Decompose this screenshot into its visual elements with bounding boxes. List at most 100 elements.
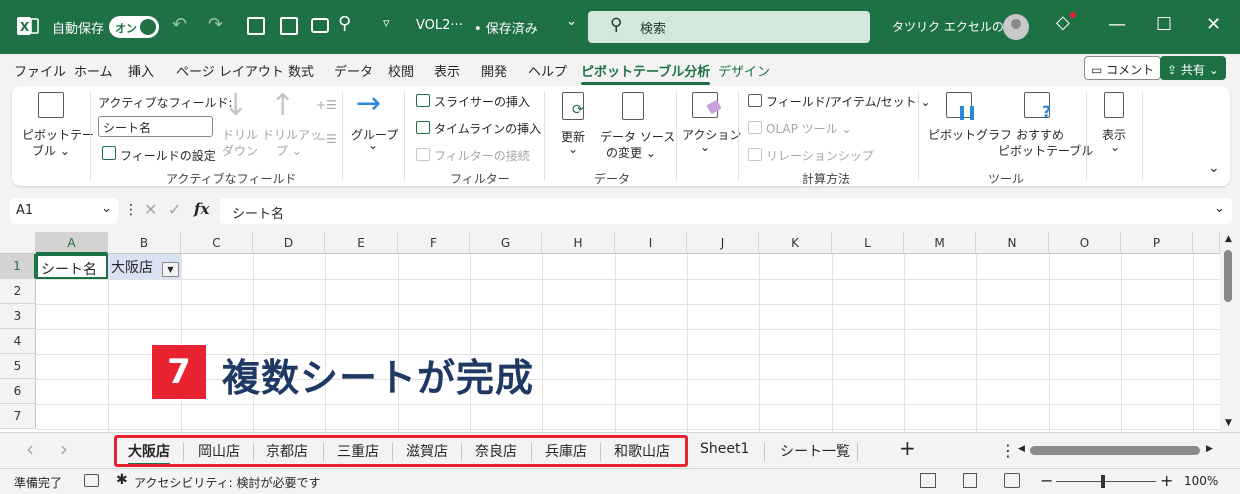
olap-tools-button[interactable]: OLAP ツール ⌄ [766, 120, 852, 137]
select-all-corner[interactable] [0, 232, 36, 254]
search-box[interactable]: ⚲ 検索 [588, 11, 870, 43]
name-box[interactable]: A1 ⌄ [10, 198, 118, 224]
undo-icon[interactable]: ↶ [172, 14, 187, 35]
drill-up-label-2[interactable]: プ ⌄ [276, 142, 302, 159]
macro-record-icon[interactable] [84, 474, 99, 487]
search-tool-icon[interactable]: ⚲ [338, 13, 351, 34]
column-header-b[interactable]: B [108, 232, 181, 254]
column-header-c[interactable]: C [181, 232, 253, 254]
tab-pivot-analyze[interactable]: ピボットテーブル分析 [581, 61, 711, 85]
vertical-scrollbar[interactable]: ▲ ▼ [1220, 232, 1240, 432]
row-header-4[interactable]: 4 [0, 329, 36, 354]
recommended-label-2[interactable]: ピボットテーブル [998, 142, 1093, 159]
collapse-ribbon-icon[interactable]: ⌄ [1208, 160, 1220, 176]
autosave-toggle[interactable]: オン [109, 16, 159, 38]
drill-down-label-2[interactable]: ダウン [222, 142, 258, 159]
zoom-level[interactable]: 100% [1184, 474, 1218, 488]
tab-review[interactable]: 校閲 [388, 61, 414, 80]
close-button[interactable]: ✕ [1206, 14, 1221, 35]
row-header-5[interactable]: 5 [0, 354, 36, 379]
action-button[interactable]: アクション [682, 126, 741, 143]
sheet-nav-prev-icon[interactable]: ‹ [26, 437, 34, 461]
scroll-right-icon[interactable]: ▶ [1206, 444, 1213, 454]
tab-developer[interactable]: 開発 [481, 61, 507, 80]
tab-home[interactable]: ホーム [74, 61, 113, 80]
collapse-field-icon[interactable]: −☰ [316, 132, 337, 146]
zoom-out-button[interactable]: − [1040, 471, 1053, 490]
zoom-slider-thumb[interactable] [1101, 475, 1105, 488]
pivot-table-label-1[interactable]: ピボットテー [22, 126, 94, 143]
tab-insert[interactable]: 挿入 [128, 61, 154, 80]
pivot-chart-button[interactable]: ピボットグラフ [928, 126, 1012, 143]
accessibility-status[interactable]: アクセシビリティ: 検討が必要です [134, 474, 321, 491]
cell-a1[interactable]: シート名 [36, 254, 108, 279]
accessibility-icon[interactable]: ✱ [116, 472, 128, 488]
relationships-button[interactable]: リレーションシップ [766, 147, 874, 164]
recommended-label-1[interactable]: おすすめ [1016, 126, 1064, 143]
worksheet-grid[interactable]: A B C D E F G H I J K L M N O P 1 2 3 4 … [0, 232, 1220, 432]
save-status[interactable]: • 保存済み [474, 18, 538, 37]
more-options-icon[interactable]: ⋮ [1000, 441, 1016, 460]
redo-icon[interactable]: ↷ [208, 14, 223, 35]
tab-formulas[interactable]: 数式 [288, 61, 314, 80]
cancel-icon[interactable]: ✕ [144, 200, 157, 219]
field-settings-button[interactable]: フィールドの設定 [120, 147, 216, 164]
row-header-7[interactable]: 7 [0, 404, 36, 429]
drill-down-label-1[interactable]: ドリル [222, 126, 258, 143]
column-header-h[interactable]: H [542, 232, 615, 254]
column-header-k[interactable]: K [759, 232, 832, 254]
diamond-icon[interactable]: ◇ [1056, 12, 1070, 33]
tab-file[interactable]: ファイル [14, 61, 66, 80]
maximize-button[interactable]: ☐ [1156, 14, 1172, 35]
file-name[interactable]: VOL2··· [416, 18, 463, 33]
row-header-2[interactable]: 2 [0, 279, 36, 304]
tab-help[interactable]: ヘルプ [528, 61, 567, 80]
filter-connection-button[interactable]: フィルターの接続 [434, 147, 530, 164]
row-header-1[interactable]: 1 [0, 254, 36, 279]
column-header-i[interactable]: I [615, 232, 687, 254]
formula-input[interactable]: シート名 [220, 198, 1232, 224]
tab-data[interactable]: データ [334, 61, 373, 80]
save-icon[interactable] [247, 17, 265, 35]
comment-button[interactable]: ▭ コメント [1084, 56, 1162, 80]
column-header-d[interactable]: D [253, 232, 325, 254]
tab-page-layout[interactable]: ページ レイアウト [176, 61, 284, 80]
row-header-6[interactable]: 6 [0, 379, 36, 404]
active-field-input[interactable]: シート名 [98, 116, 213, 137]
change-source-label-2[interactable]: の変更 ⌄ [606, 144, 656, 161]
change-source-label-1[interactable]: データ ソース [600, 128, 675, 145]
horizontal-scroll-thumb[interactable] [1030, 446, 1200, 455]
expand-field-icon[interactable]: +☰ [316, 98, 337, 112]
drill-up-label-1[interactable]: ドリルアッ [262, 126, 322, 143]
filter-dropdown-icon[interactable]: ▼ [162, 262, 179, 277]
expand-formula-icon[interactable]: ⌄ [1214, 201, 1225, 216]
zoom-track[interactable] [1056, 481, 1156, 482]
fields-items-sets-button[interactable]: フィールド/アイテム/セット ⌄ [766, 93, 931, 110]
add-sheet-button[interactable]: + [899, 436, 916, 460]
column-header-o[interactable]: O [1049, 232, 1121, 254]
tab-view[interactable]: 表示 [434, 61, 460, 80]
column-header-l[interactable]: L [832, 232, 904, 254]
form-icon[interactable] [280, 17, 298, 35]
row-header-3[interactable]: 3 [0, 304, 36, 329]
more-options-icon[interactable]: ⋮ [124, 202, 138, 218]
column-header-e[interactable]: E [325, 232, 398, 254]
share-button[interactable]: ⇪ 共有 ⌄ [1160, 56, 1226, 80]
column-header-p[interactable]: P [1121, 232, 1193, 254]
column-header-m[interactable]: M [904, 232, 976, 254]
column-header-f[interactable]: F [398, 232, 470, 254]
sheet-tab-sheet-list[interactable]: シート一覧 [780, 441, 850, 461]
customize-qat-icon[interactable]: ▿ [383, 16, 390, 31]
pivot-table-label-2[interactable]: ブル ⌄ [32, 142, 70, 159]
column-header-g[interactable]: G [470, 232, 542, 254]
zoom-in-button[interactable]: + [1160, 471, 1173, 490]
insert-function-icon[interactable]: fx [194, 200, 209, 218]
sheet-tab-sheet1[interactable]: Sheet1 [700, 441, 749, 457]
camera-icon[interactable] [311, 18, 329, 33]
enter-icon[interactable]: ✓ [168, 200, 181, 219]
column-header-a[interactable]: A [36, 232, 108, 254]
column-header-j[interactable]: J [687, 232, 759, 254]
save-status-caret[interactable]: ⌄ [566, 14, 577, 29]
column-header-n[interactable]: N [976, 232, 1049, 254]
vertical-scroll-thumb[interactable] [1224, 250, 1232, 302]
